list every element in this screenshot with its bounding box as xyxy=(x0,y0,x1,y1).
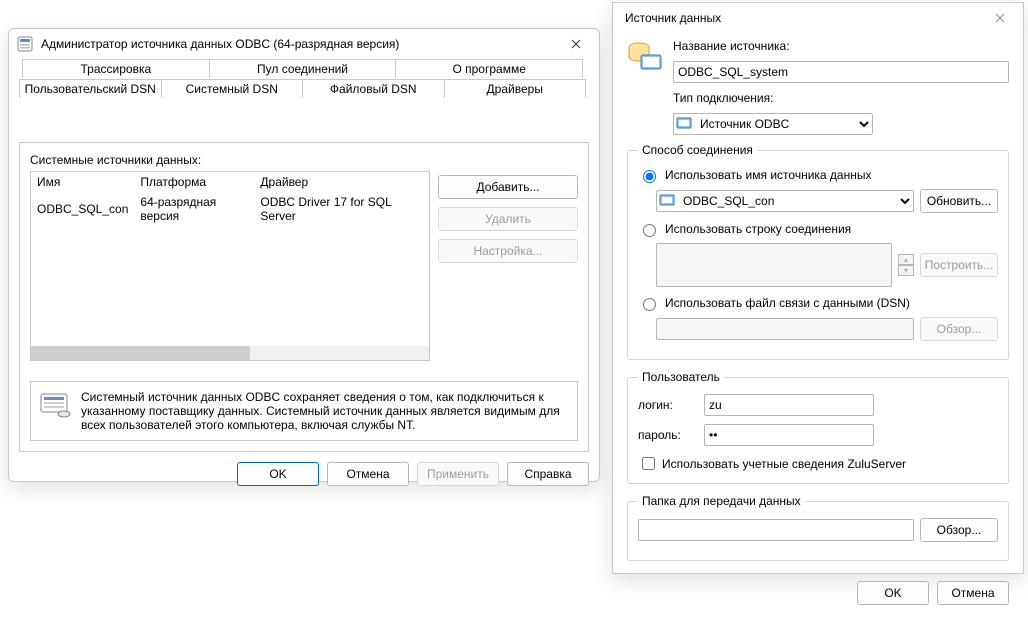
connstr-spinner: ▴ ▾ xyxy=(898,254,914,276)
tab-trace[interactable]: Трассировка xyxy=(22,59,210,78)
tab-about[interactable]: О программе xyxy=(395,59,583,78)
connection-legend: Способ соединения xyxy=(638,143,757,157)
window-title: Администратор источника данных ODBC (64-… xyxy=(37,37,561,51)
col-name[interactable]: Имя xyxy=(31,172,134,192)
radio-use-file[interactable] xyxy=(643,298,656,311)
browse-file-button: Обзор... xyxy=(920,317,998,341)
type-select[interactable]: Источник ODBC xyxy=(673,113,873,135)
radio-use-dsn-label[interactable]: Использовать имя источника данных xyxy=(665,168,871,182)
password-input[interactable] xyxy=(704,424,874,446)
close-icon[interactable] xyxy=(561,36,591,52)
add-button[interactable]: Добавить... xyxy=(438,175,578,199)
apply-button: Применить xyxy=(417,462,499,486)
table-row[interactable]: ODBC_SQL_con 64-разрядная версия ODBC Dr… xyxy=(31,192,429,226)
tab-file-dsn[interactable]: Файловый DSN xyxy=(302,79,445,98)
titlebar[interactable]: Источник данных xyxy=(613,3,1023,33)
connstr-input xyxy=(656,243,892,287)
connection-group: Способ соединения Использовать имя источ… xyxy=(627,143,1009,360)
list-label: Системные источники данных: xyxy=(30,153,578,167)
tab-user-dsn[interactable]: Пользовательский DSN xyxy=(19,79,162,98)
folder-legend: Папка для передачи данных xyxy=(638,494,805,508)
login-input[interactable] xyxy=(704,394,874,416)
info-panel: Системный источник данных ODBC сохраняет… xyxy=(30,381,578,441)
datasource-window: Источник данных Название источника: Тип … xyxy=(612,2,1024,574)
radio-use-connstr[interactable] xyxy=(643,224,656,237)
remove-button: Удалить xyxy=(438,207,578,231)
user-legend: Пользователь xyxy=(638,370,724,384)
password-label: пароль: xyxy=(638,428,698,442)
ok-button[interactable]: OK xyxy=(857,581,929,605)
col-platform[interactable]: Платформа xyxy=(134,172,254,192)
type-label: Тип подключения: xyxy=(673,91,773,105)
radio-use-connstr-label[interactable]: Использовать строку соединения xyxy=(665,222,851,236)
login-label: логин: xyxy=(638,398,698,412)
radio-use-dsn[interactable] xyxy=(643,170,656,183)
name-input[interactable] xyxy=(673,61,1009,83)
tab-drivers[interactable]: Драйверы xyxy=(444,79,587,98)
build-button: Построить... xyxy=(920,253,998,277)
close-icon[interactable] xyxy=(985,10,1015,26)
configure-button: Настройка... xyxy=(438,239,578,263)
col-driver[interactable]: Драйвер xyxy=(254,172,429,192)
titlebar[interactable]: Администратор источника данных ODBC (64-… xyxy=(9,29,599,59)
spin-up-icon: ▴ xyxy=(898,254,914,265)
refresh-button[interactable]: Обновить... xyxy=(920,189,998,213)
odbc-admin-window: Администратор источника данных ODBC (64-… xyxy=(8,28,600,482)
dsn-select[interactable]: ODBC_SQL_con xyxy=(656,190,914,212)
dsn-list[interactable]: Имя Платформа Драйвер ODBC_SQL_con 64-ра… xyxy=(30,171,430,361)
window-title: Источник данных xyxy=(621,11,985,25)
folder-group: Папка для передачи данных Обзор... xyxy=(627,494,1009,561)
folder-input[interactable] xyxy=(638,519,914,541)
browse-folder-button[interactable]: Обзор... xyxy=(920,518,998,542)
cancel-button[interactable]: Отмена xyxy=(937,581,1009,605)
help-button[interactable]: Справка xyxy=(507,462,589,486)
tab-strip: Трассировка Пул соединений О программе П… xyxy=(19,59,589,101)
name-label: Название источника: xyxy=(673,39,790,53)
zulu-checkbox[interactable] xyxy=(642,457,655,470)
cancel-button[interactable]: Отмена xyxy=(327,462,409,486)
zulu-checkbox-label[interactable]: Использовать учетные сведения ZuluServer xyxy=(662,457,906,471)
datasource-icon xyxy=(39,390,71,422)
user-group: Пользователь логин: пароль: Использовать… xyxy=(627,370,1009,484)
odbc-app-icon xyxy=(17,36,33,52)
tab-pane: Системные источники данных: Имя Платформ… xyxy=(19,142,589,452)
ok-button[interactable]: OK xyxy=(237,462,319,486)
tab-system-dsn[interactable]: Системный DSN xyxy=(161,79,304,98)
tab-pool[interactable]: Пул соединений xyxy=(209,59,397,78)
radio-use-file-label[interactable]: Использовать файл связи с данными (DSN) xyxy=(665,296,910,310)
file-input xyxy=(656,318,914,340)
info-text: Системный источник данных ODBC сохраняет… xyxy=(81,390,560,432)
horizontal-scrollbar[interactable] xyxy=(31,346,429,360)
spin-down-icon: ▾ xyxy=(898,265,914,276)
datasource-big-icon xyxy=(627,39,663,75)
